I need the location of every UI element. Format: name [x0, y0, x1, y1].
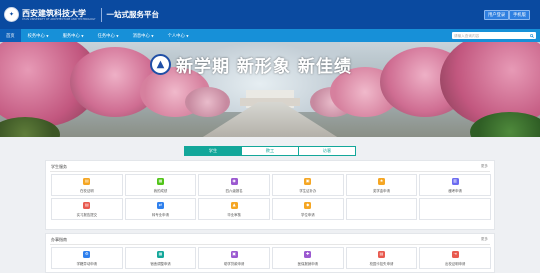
service-label: 出校证明申请 — [444, 261, 466, 266]
id-card-icon: ▤ — [83, 177, 91, 185]
degree-icon: ◆ — [304, 201, 312, 209]
service-label: 转专业申请 — [152, 212, 169, 217]
nav-label: 服务中心 — [62, 33, 80, 39]
nav-label: 个人中心 — [167, 33, 185, 39]
service-label: 毕业审核 — [227, 212, 241, 217]
mobile-version-button[interactable]: 手机版 — [509, 10, 530, 20]
service-label: 在校证明 — [80, 188, 94, 193]
transfer-icon: ⇄ — [156, 201, 164, 209]
service-label: 奖学金申请 — [373, 188, 390, 193]
banner-slogan: ▲ 新学期 新形象 新佳绩 — [150, 52, 352, 77]
service-label: 缓考申请 — [448, 188, 462, 193]
service-label: 实习报告提交 — [76, 212, 97, 217]
service-label: 学生证补办 — [299, 188, 317, 193]
nav-label: 消息中心 — [132, 33, 150, 39]
guide-card: 办事指南 更多 ⚙ 学籍异动申请 ▦ 宿舍调整申请 ▣ 助学贷款申请 ✚ 医保报销申请 … — [45, 233, 495, 273]
more-link[interactable]: 更多 — [481, 164, 488, 169]
search-icon[interactable] — [530, 33, 534, 38]
chevron-down-icon: ▼ — [116, 33, 119, 38]
nav-item-personal-center[interactable]: 个人中心 ▼ — [161, 29, 196, 42]
school-name-en: XI'AN UNIVERSITY OF ARCHITECTURE AND TEC… — [22, 17, 96, 21]
service-label: 我的成绩 — [153, 188, 168, 193]
service-grid: ▤ 在校证明 ▦ 我的成绩 ◉ 四六级报名 ▣ 学生证补办 ★ 奖学金申请 ▥ 缓考申请 ▤… — [51, 174, 491, 220]
hero-banner: ▲ 新学期 新形象 新佳绩 — [0, 42, 540, 137]
service-tile[interactable]: ▲ 毕业审核 — [198, 198, 270, 220]
card-icon: ▣ — [304, 177, 312, 185]
calendar-icon: ▥ — [451, 177, 459, 185]
chevron-down-icon: ▼ — [81, 33, 84, 38]
service-tile[interactable]: ⇄ 转专业申请 — [124, 198, 197, 220]
service-tile[interactable]: ▦ 宿舍调整申请 — [124, 247, 197, 269]
report-icon: ▤ — [83, 201, 91, 209]
banner-tree — [185, 87, 230, 117]
service-tile[interactable]: ⇥ 出校证明申请 — [419, 247, 491, 269]
service-grid: ⚙ 学籍异动申请 ▦ 宿舍调整申请 ▣ 助学贷款申请 ✚ 医保报销申请 ▤ 校园卡挂失申请… — [51, 247, 491, 269]
service-tile[interactable]: ▥ 缓考申请 — [419, 174, 491, 196]
tab-visitor[interactable]: 访客 — [299, 147, 355, 155]
section-title: 办事指南 — [51, 237, 67, 242]
divider — [50, 244, 490, 245]
empty-tile — [419, 198, 491, 220]
service-tile[interactable]: ▤ 校园卡挂失申请 — [345, 247, 418, 269]
service-tile[interactable]: ✚ 医保报销申请 — [271, 247, 344, 269]
service-label: 医保报销申请 — [297, 261, 318, 266]
school-emblem-icon: ✦ — [4, 7, 19, 22]
search-input[interactable] — [454, 32, 524, 39]
graduate-icon: ▲ — [230, 201, 238, 209]
service-tile[interactable]: ◆ 学位申请 — [271, 198, 344, 220]
service-label: 四六级报名 — [225, 188, 243, 193]
login-button[interactable]: 用户登录 — [484, 10, 510, 20]
service-label: 学位申请 — [301, 212, 315, 217]
nav-label: 任务中心 — [97, 33, 115, 39]
divider — [50, 171, 490, 172]
nav-label: 首页 — [6, 33, 15, 39]
school-emblem-icon: ▲ — [150, 54, 171, 75]
school-name: 西安建筑科技大学 XI'AN UNIVERSITY OF ARCHITECTUR… — [22, 7, 96, 21]
service-tile[interactable]: ▣ 学生证补办 — [271, 174, 344, 196]
service-tile[interactable]: ▤ 实习报告提交 — [51, 198, 123, 220]
nav-item-task-center[interactable]: 任务中心 ▼ — [91, 29, 126, 42]
school-logo[interactable]: ✦ 西安建筑科技大学 XI'AN UNIVERSITY OF ARCHITECT… — [4, 0, 96, 29]
campus-card-icon: ▤ — [377, 250, 385, 258]
nav-item-message-center[interactable]: 消息中心 ▼ — [126, 29, 161, 42]
student-services-card: 学生服务 更多 ▤ 在校证明 ▦ 我的成绩 ◉ 四六级报名 ▣ 学生证补办 ★ 奖学金申请… — [45, 160, 495, 230]
chevron-down-icon: ▼ — [151, 33, 154, 38]
banner-slogan-text: 新学期 新形象 新佳绩 — [176, 57, 352, 77]
service-tile[interactable]: ★ 奖学金申请 — [345, 174, 418, 196]
loan-icon: ▣ — [230, 250, 238, 258]
award-icon: ★ — [377, 177, 385, 185]
exam-icon: ◉ — [230, 177, 238, 185]
chevron-down-icon: ▼ — [46, 33, 49, 38]
service-label: 助学贷款申请 — [223, 261, 245, 266]
header-divider — [100, 7, 102, 22]
empty-tile — [345, 198, 418, 220]
nav-item-school-affairs[interactable]: 校务中心 ▼ — [21, 29, 56, 42]
service-tile[interactable]: ◉ 四六级报名 — [198, 174, 270, 196]
chevron-down-icon: ▼ — [186, 33, 189, 38]
gear-icon: ⚙ — [83, 250, 91, 258]
service-label: 学籍异动申请 — [76, 261, 97, 266]
exit-icon: ⇥ — [451, 250, 459, 258]
service-tile[interactable]: ▣ 助学贷款申请 — [198, 247, 270, 269]
nav-label: 校务中心 — [27, 33, 45, 39]
tab-staff[interactable]: 教工 — [242, 147, 299, 155]
search-box — [452, 32, 536, 39]
dorm-icon: ▦ — [156, 250, 164, 258]
nav-item-service-center[interactable]: 服务中心 ▼ — [56, 29, 91, 42]
platform-title: 一站式服务平台 — [106, 10, 160, 19]
section-title: 学生服务 — [51, 164, 67, 169]
user-type-tabs: 学生 教工 访客 — [184, 146, 356, 156]
service-tile[interactable]: ⚙ 学籍异动申请 — [51, 247, 123, 269]
service-tile[interactable]: ▤ 在校证明 — [51, 174, 123, 196]
score-icon: ▦ — [156, 177, 164, 185]
more-link[interactable]: 更多 — [481, 237, 488, 242]
school-name-cn: 西安建筑科技大学 — [22, 7, 86, 18]
tab-student[interactable]: 学生 — [185, 147, 242, 155]
top-header: ✦ 西安建筑科技大学 XI'AN UNIVERSITY OF ARCHITECT… — [0, 0, 540, 29]
nav-item-home[interactable]: 首页 — [0, 29, 21, 42]
service-label: 校园卡挂失申请 — [369, 261, 394, 266]
service-label: 宿舍调整申请 — [150, 261, 171, 266]
medical-icon: ✚ — [304, 250, 312, 258]
service-tile[interactable]: ▦ 我的成绩 — [124, 174, 197, 196]
